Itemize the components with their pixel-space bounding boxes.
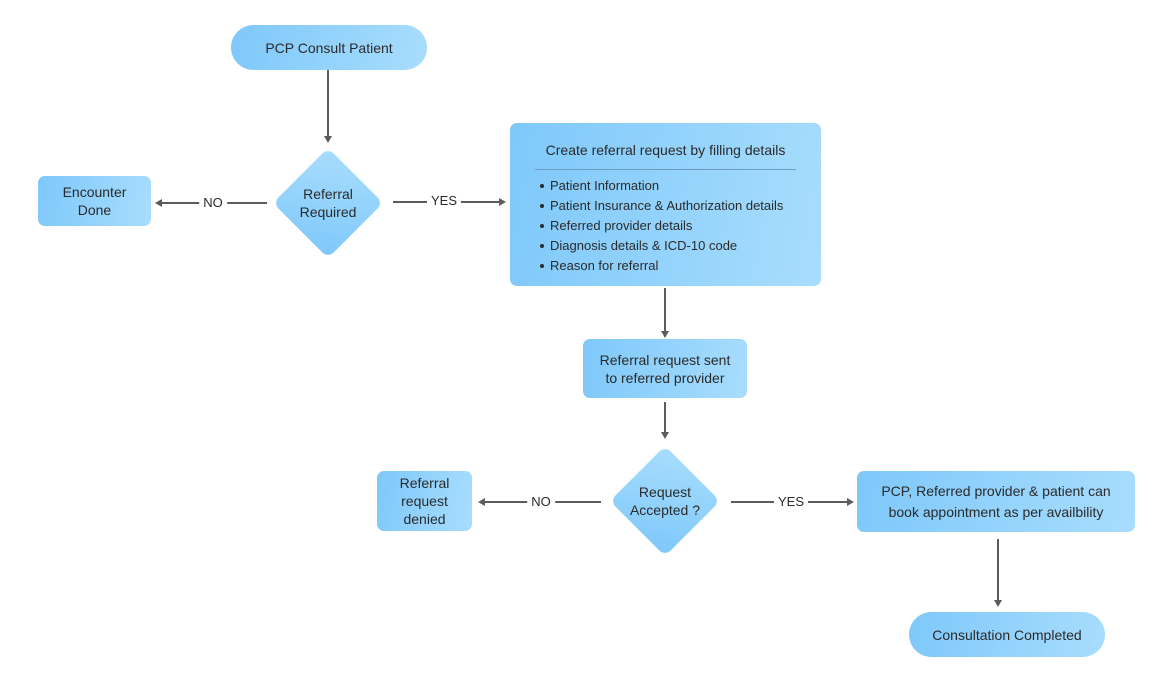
node-referral-request-denied: Referral request denied (377, 471, 472, 531)
node-referral-request-sent: Referral request sent to referred provid… (583, 339, 747, 398)
detail-item: Referred provider details (540, 216, 803, 236)
arrowhead-down-icon (661, 432, 669, 439)
detail-item: Patient Information (540, 176, 803, 196)
start-node-pcp-consult-patient: PCP Consult Patient (231, 25, 427, 70)
request-sent-line1: Referral request sent (599, 351, 731, 368)
detail-item: Reason for referral (540, 256, 803, 276)
decision-referral-label: Referral Required (273, 148, 383, 258)
arrowhead-left-icon (478, 498, 485, 506)
decision-request-accepted: Request Accepted ? (609, 445, 721, 557)
request-denied-line3: denied (403, 511, 446, 527)
arrowhead-right-icon (499, 198, 506, 206)
book-appointment-line2: book appointment as per availbility (888, 503, 1104, 520)
decision-accepted-label: Request Accepted ? (610, 446, 720, 556)
encounter-done-line1: Encounter (62, 184, 127, 200)
edge-label-referral-no: NO (199, 195, 227, 211)
connector-start-to-referral-decision (327, 70, 329, 138)
decision-referral-label-line2: Required (299, 204, 357, 220)
decision-accepted-label-line2: Accepted ? (629, 502, 701, 518)
detail-item: Patient Insurance & Authorization detail… (540, 196, 803, 216)
connector-appointment-to-end (997, 539, 999, 601)
node-book-appointment: PCP, Referred provider & patient can boo… (857, 471, 1135, 532)
connector-create-to-sent (664, 288, 666, 334)
create-referral-title: Create referral request by filling detai… (545, 142, 786, 158)
arrowhead-down-icon (661, 331, 669, 338)
arrowhead-down-icon (994, 600, 1002, 607)
node-encounter-done: Encounter Done (38, 176, 151, 226)
arrowhead-right-icon (847, 498, 854, 506)
create-referral-divider (535, 169, 796, 170)
node-create-referral-request: Create referral request by filling detai… (510, 123, 821, 286)
decision-accepted-label-line1: Request (638, 484, 692, 500)
end-node-label: Consultation Completed (932, 626, 1082, 643)
connector-sent-to-accepted-decision (664, 402, 666, 434)
start-node-label: PCP Consult Patient (265, 39, 393, 56)
detail-item: Diagnosis details & ICD-10 code (540, 236, 803, 256)
encounter-done-line2: Done (77, 202, 112, 218)
request-denied-line1: Referral (399, 475, 450, 491)
end-node-consultation-completed: Consultation Completed (909, 612, 1105, 657)
edge-label-accepted-yes: YES (773, 494, 809, 510)
request-sent-line2: to referred provider (605, 369, 725, 386)
request-denied-line2: request (401, 493, 448, 509)
book-appointment-line1: PCP, Referred provider & patient can (881, 482, 1111, 499)
decision-referral-required: Referral Required (272, 147, 384, 259)
edge-label-accepted-no: NO (527, 494, 555, 510)
arrowhead-left-icon (155, 199, 162, 207)
create-referral-detail-list: Patient Information Patient Insurance & … (528, 176, 803, 276)
edge-label-referral-yes: YES (426, 193, 462, 209)
decision-referral-label-line1: Referral (303, 186, 353, 202)
arrowhead-down-icon (324, 136, 332, 143)
